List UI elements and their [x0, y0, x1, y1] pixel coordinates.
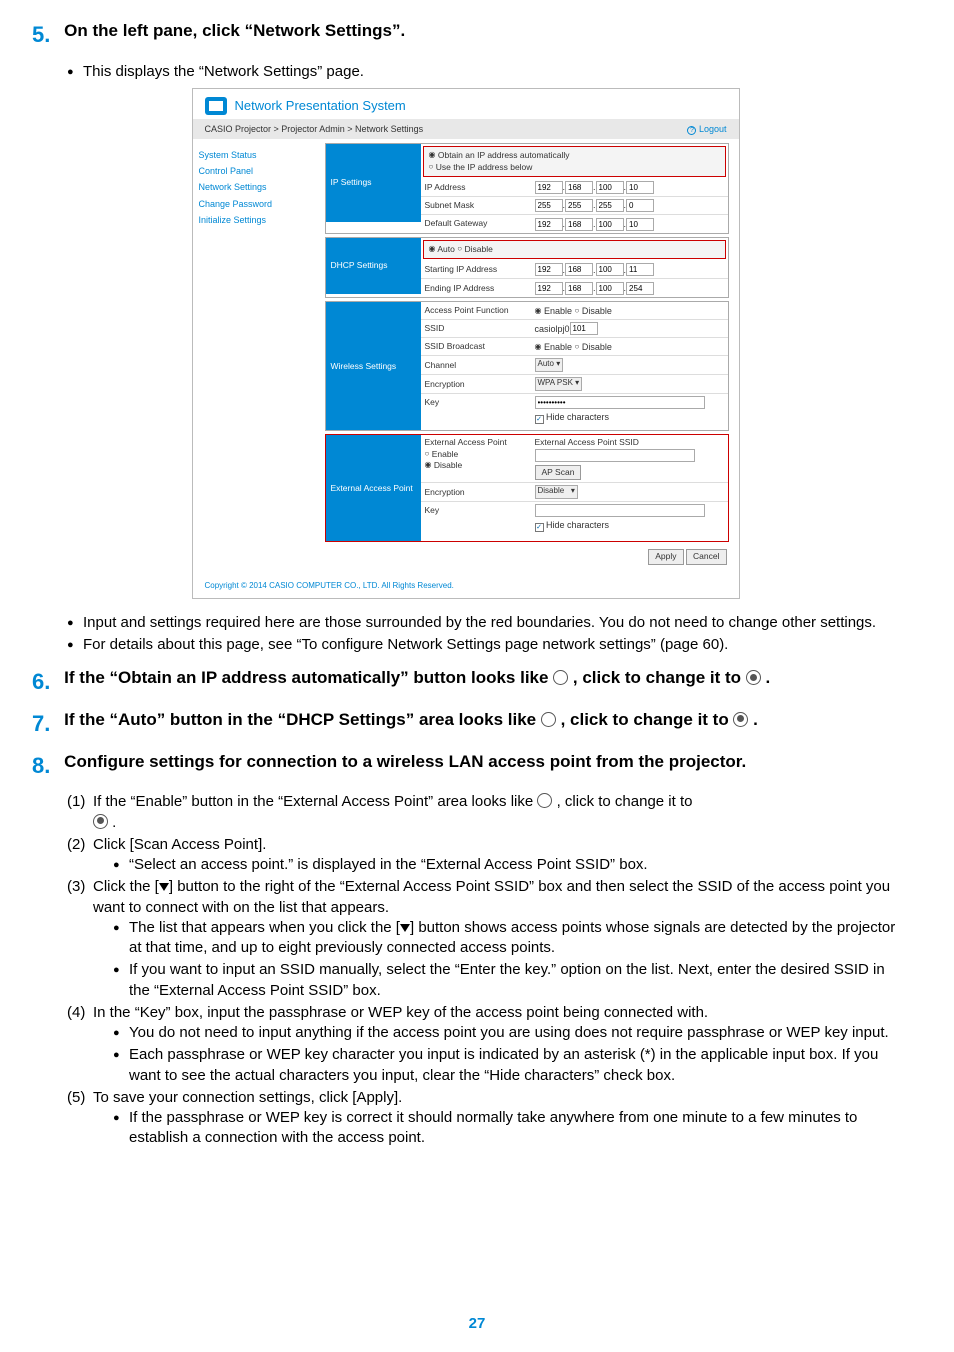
- post5-bullet-2: For details about this page, see “To con…: [67, 635, 899, 655]
- gw-3[interactable]: [596, 218, 624, 231]
- ip-4[interactable]: [626, 181, 654, 194]
- gw-2[interactable]: [565, 218, 593, 231]
- ext-disable-radio[interactable]: ◉ Disable: [425, 460, 463, 470]
- gw-1[interactable]: [535, 218, 563, 231]
- obtain-auto-radio[interactable]: ◉ Obtain an IP address automatically: [429, 150, 570, 160]
- dhcp-start-1[interactable]: [535, 263, 563, 276]
- window-title: Network Presentation System: [235, 97, 406, 115]
- ext-ssid-input[interactable]: [535, 449, 695, 462]
- ssidbr-disable-radio[interactable]: ○ Disable: [575, 341, 612, 353]
- radio-empty-icon: [537, 793, 552, 808]
- dhcp-title: DHCP Settings: [326, 238, 421, 294]
- down-triangle-icon: [159, 883, 169, 891]
- ssidbr-enable-radio[interactable]: ◉ Enable: [535, 341, 573, 353]
- radio-empty-icon: [553, 670, 568, 685]
- dhcp-start-2[interactable]: [565, 263, 593, 276]
- page-number: 27: [0, 1314, 954, 1334]
- apf-enable-radio[interactable]: ◉ Enable: [535, 305, 573, 317]
- ip-2[interactable]: [565, 181, 593, 194]
- dhcp-end-4[interactable]: [626, 282, 654, 295]
- step-8-4: (4) In the “Key” box, input the passphra…: [67, 1003, 899, 1086]
- wireless-title: Wireless Settings: [326, 302, 421, 430]
- mask-3[interactable]: [596, 199, 624, 212]
- encryption-select[interactable]: WPA PSK ▾: [535, 377, 583, 391]
- logout-link[interactable]: ? Logout: [687, 123, 726, 135]
- step-8-heading: Configure settings for connection to a w…: [64, 751, 894, 774]
- gw-4[interactable]: [626, 218, 654, 231]
- ap-scan-button[interactable]: AP Scan: [535, 465, 582, 480]
- step-6-number: 6.: [32, 667, 60, 697]
- hide-chars-checkbox[interactable]: ✓: [535, 415, 544, 424]
- radio-empty-icon: [541, 712, 556, 727]
- ext-ap-title: External Access Point: [326, 435, 421, 541]
- step-8-5-bullet-1: If the passphrase or WEP key is correct …: [113, 1108, 899, 1149]
- step-8-3-bullet-1: The list that appears when you click the…: [113, 918, 899, 959]
- step-5-heading: On the left pane, click “Network Setting…: [64, 20, 894, 43]
- radio-filled-icon: [93, 814, 108, 829]
- step-7-heading: If the “Auto” button in the “DHCP Settin…: [64, 709, 894, 732]
- step-8-3: (3) Click the [] button to the right of …: [67, 877, 899, 1001]
- dhcp-disable-radio[interactable]: ○ Disable: [457, 244, 493, 254]
- cancel-button[interactable]: Cancel: [686, 549, 726, 564]
- step-5-number: 5.: [32, 20, 60, 50]
- step-7-number: 7.: [32, 709, 60, 739]
- ssid-suffix[interactable]: [570, 322, 598, 335]
- ip-settings-section: IP Settings ◉ Obtain an IP address autom…: [325, 143, 729, 234]
- use-ip-below-radio[interactable]: ○ Use the IP address below: [429, 162, 533, 172]
- dhcp-start-4[interactable]: [626, 263, 654, 276]
- mask-2[interactable]: [565, 199, 593, 212]
- radio-filled-icon: [746, 670, 761, 685]
- apf-disable-radio[interactable]: ○ Disable: [575, 305, 612, 317]
- nav-system-status[interactable]: System Status: [199, 147, 319, 163]
- step-8-4-bullet-1: You do not need to input anything if the…: [113, 1023, 899, 1043]
- step-8-3-bullet-2: If you want to input an SSID manually, s…: [113, 960, 899, 1001]
- breadcrumb: CASIO Projector > Projector Admin > Netw…: [205, 123, 424, 135]
- dhcp-end-1[interactable]: [535, 282, 563, 295]
- step-6-heading: If the “Obtain an IP address automatical…: [64, 667, 894, 690]
- copyright: Copyright © 2014 CASIO COMPUTER CO., LTD…: [193, 575, 739, 598]
- nav-change-password[interactable]: Change Password: [199, 196, 319, 212]
- ext-encryption-select[interactable]: Disable ▾: [535, 485, 578, 499]
- external-ap-section: External Access Point External Access Po…: [325, 434, 729, 542]
- dhcp-start-3[interactable]: [596, 263, 624, 276]
- nav-initialize-settings[interactable]: Initialize Settings: [199, 212, 319, 228]
- nav-network-settings[interactable]: Network Settings: [199, 179, 319, 195]
- side-nav: System Status Control Panel Network Sett…: [193, 139, 325, 575]
- ext-key-input[interactable]: [535, 504, 705, 517]
- step-8-number: 8.: [32, 751, 60, 781]
- ext-hide-chars-checkbox[interactable]: ✓: [535, 523, 544, 532]
- network-settings-screenshot: Network Presentation System CASIO Projec…: [192, 88, 740, 599]
- step-8-2: (2) Click [Scan Access Point]. “Select a…: [67, 835, 899, 876]
- dhcp-end-2[interactable]: [565, 282, 593, 295]
- radio-filled-icon: [733, 712, 748, 727]
- nav-control-panel[interactable]: Control Panel: [199, 163, 319, 179]
- apply-button[interactable]: Apply: [648, 549, 683, 564]
- dhcp-end-3[interactable]: [596, 282, 624, 295]
- ext-enable-radio[interactable]: ○ Enable: [425, 449, 459, 459]
- ip-settings-title: IP Settings: [326, 144, 421, 222]
- channel-select[interactable]: Auto ▾: [535, 358, 564, 372]
- ip-3[interactable]: [596, 181, 624, 194]
- step-8-5: (5) To save your connection settings, cl…: [67, 1088, 899, 1149]
- mask-1[interactable]: [535, 199, 563, 212]
- step-8-4-bullet-2: Each passphrase or WEP key character you…: [113, 1045, 899, 1086]
- ip-1[interactable]: [535, 181, 563, 194]
- dhcp-settings-section: DHCP Settings ◉ Auto ○ Disable Starting …: [325, 237, 729, 298]
- mask-4[interactable]: [626, 199, 654, 212]
- wireless-key-input[interactable]: [535, 396, 705, 409]
- down-triangle-icon: [400, 924, 410, 932]
- step-8-1: (1) If the “Enable” button in the “Exter…: [67, 792, 899, 833]
- wireless-settings-section: Wireless Settings Access Point Function …: [325, 301, 729, 431]
- dhcp-auto-radio[interactable]: ◉ Auto: [429, 244, 455, 254]
- post5-bullet-1: Input and settings required here are tho…: [67, 613, 899, 633]
- casio-logo-icon: [205, 97, 227, 115]
- step-5-bullet: This displays the “Network Settings” pag…: [67, 62, 899, 82]
- step-8-2-bullet: “Select an access point.” is displayed i…: [113, 855, 899, 875]
